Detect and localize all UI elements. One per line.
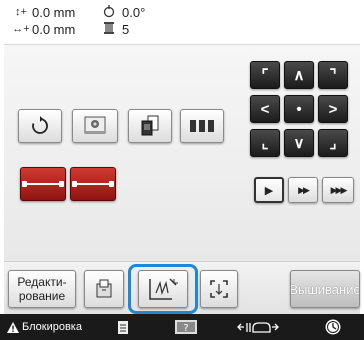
tension-button[interactable] bbox=[214, 314, 302, 340]
bottom-right-icon: ⌟ bbox=[329, 135, 337, 152]
edit-label-line2: рование bbox=[18, 289, 66, 303]
taskbar: Блокировка ? bbox=[0, 314, 364, 340]
edit-label-line1: Редакти- bbox=[17, 275, 67, 289]
speed-medium-button[interactable]: ▶▶ bbox=[288, 177, 318, 203]
color-count: 5 bbox=[122, 21, 130, 37]
save-to-memory-icon bbox=[96, 279, 112, 298]
move-top-left-button[interactable]: ⌜ bbox=[250, 61, 280, 89]
right-arrow-icon: > bbox=[328, 100, 338, 118]
lock-button[interactable]: Блокировка bbox=[0, 314, 88, 340]
rotation-value: 0.0° bbox=[122, 4, 146, 20]
left-arrow-icon: < bbox=[260, 100, 270, 118]
top-right-icon: ⌝ bbox=[329, 67, 337, 84]
speed-slow-button[interactable]: ▶ bbox=[254, 177, 284, 203]
down-arrow-icon: ∨ bbox=[293, 135, 305, 152]
vertical-offset-icon: ↕+ bbox=[15, 6, 27, 18]
help-icon: ? bbox=[175, 320, 197, 334]
move-bottom-right-button[interactable]: ⌟ bbox=[318, 129, 348, 157]
top-left-icon: ⌜ bbox=[261, 67, 269, 84]
document-button[interactable] bbox=[88, 314, 158, 340]
stitch-line-icon bbox=[22, 181, 64, 187]
edit-panel: ⌜ ∧ ⌝ < • > ⌞ ∨ ⌟ ▶ ▶▶ ▶▶▶ bbox=[4, 44, 360, 262]
rotate-button[interactable] bbox=[18, 109, 62, 143]
move-right-button[interactable]: > bbox=[318, 95, 348, 123]
pattern-button[interactable] bbox=[72, 109, 118, 143]
svg-text:?: ? bbox=[183, 323, 188, 334]
trial-button[interactable] bbox=[200, 270, 238, 308]
rotate-icon bbox=[32, 116, 48, 134]
clock-icon bbox=[325, 319, 341, 335]
embroidery-edit-screen: ↕+ 0.0 mm 0.0° ↔+ 0.0 mm 5 ⌜ ∧ ⌝ < • > ⌞… bbox=[0, 0, 364, 340]
frame-trace-icon bbox=[210, 280, 228, 298]
warning-icon bbox=[7, 321, 19, 333]
stitch-trim-end-button[interactable] bbox=[70, 167, 116, 201]
speed-fast-button[interactable]: ▶▶▶ bbox=[322, 177, 354, 203]
stitch-setting-button[interactable] bbox=[138, 270, 188, 308]
array-icon bbox=[190, 120, 214, 132]
fast-forward-icon: ▶▶ bbox=[298, 184, 310, 195]
stitch-line-icon bbox=[72, 181, 114, 187]
clock-button[interactable] bbox=[302, 314, 364, 340]
help-button[interactable]: ? bbox=[158, 314, 214, 340]
embroider-button[interactable]: Вышивание bbox=[290, 270, 360, 308]
edit-button[interactable]: Редакти- рование bbox=[8, 270, 76, 308]
horizontal-offset-icon: ↔+ bbox=[12, 23, 30, 35]
move-left-button[interactable]: < bbox=[250, 95, 280, 123]
array-button[interactable] bbox=[180, 109, 224, 143]
embroider-label: Вышивание bbox=[290, 281, 360, 297]
status-header: ↕+ 0.0 mm 0.0° ↔+ 0.0 mm 5 bbox=[10, 4, 240, 40]
stitch-trim-start-button[interactable] bbox=[20, 167, 66, 201]
move-down-button[interactable]: ∨ bbox=[284, 129, 314, 157]
vertical-offset-value: 0.0 mm bbox=[32, 4, 76, 20]
tension-icon bbox=[237, 322, 279, 333]
move-bottom-left-button[interactable]: ⌞ bbox=[250, 129, 280, 157]
rotation-icon bbox=[100, 4, 118, 21]
lock-label: Блокировка bbox=[22, 321, 82, 333]
up-arrow-icon: ∧ bbox=[293, 67, 305, 84]
play-icon: ▶ bbox=[264, 184, 274, 197]
fastest-forward-icon: ▶▶▶ bbox=[330, 184, 348, 195]
document-icon bbox=[118, 320, 128, 334]
horizontal-offset-value: 0.0 mm bbox=[32, 21, 76, 37]
copy-button[interactable] bbox=[128, 109, 172, 143]
copy-pattern-icon bbox=[141, 115, 159, 136]
move-up-button[interactable]: ∧ bbox=[284, 61, 314, 89]
bottom-left-icon: ⌞ bbox=[261, 135, 269, 152]
thread-spool-icon bbox=[100, 21, 118, 38]
move-center-button[interactable]: • bbox=[284, 95, 314, 123]
embroidery-frame-stitch-icon bbox=[149, 278, 178, 300]
function-bar: Редакти- рование Вышивание bbox=[4, 262, 360, 314]
center-dot-icon: • bbox=[296, 100, 302, 118]
pattern-icon bbox=[84, 116, 106, 134]
memory-button[interactable] bbox=[84, 270, 124, 308]
move-top-right-button[interactable]: ⌝ bbox=[318, 61, 348, 89]
